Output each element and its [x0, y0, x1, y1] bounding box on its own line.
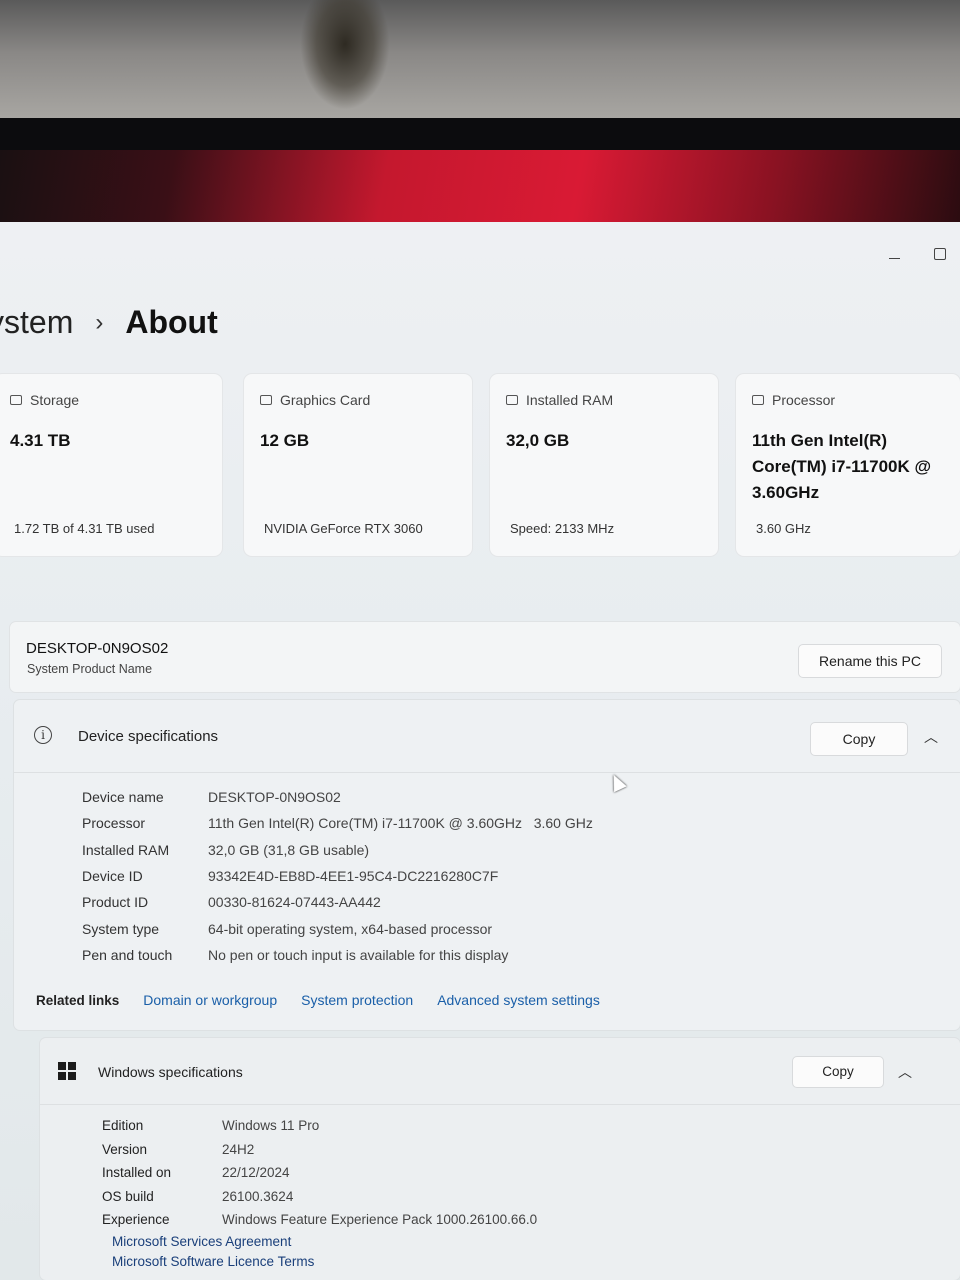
minimize-icon[interactable] [889, 258, 900, 259]
pc-name: DESKTOP-0N9OS02 [26, 640, 169, 657]
processor-card[interactable]: Processor 11th Gen Intel(R) Core(TM) i7-… [736, 374, 960, 556]
windows-specifications-title: Windows specifications [98, 1064, 243, 1080]
card-value: 12 GB [260, 431, 310, 450]
spec-value: 32,0 GB (31,8 GB usable) [208, 841, 370, 858]
spec-value: DESKTOP-0N9OS02 [208, 789, 341, 806]
chevron-up-icon[interactable]: ︿ [898, 1062, 912, 1082]
spec-row: Product ID 00330-81624-07443-AA442 [82, 889, 593, 915]
spec-value: 64-bit operating system, x64-based proce… [208, 920, 493, 937]
storage-card[interactable]: Storage 4.31 TB 1.72 TB of 4.31 TB used [0, 374, 222, 556]
spec-value: 93342E4D-EB8D-4EE1-95C4-DC2216280C7F [208, 868, 499, 885]
card-value: 4.31 TB [10, 431, 71, 450]
spec-value: 11th Gen Intel(R) Core(TM) i7-11700K @ 3… [208, 815, 593, 832]
link-services-agreement[interactable]: Microsoft Services Agreement [112, 1232, 314, 1252]
link-advanced-system-settings[interactable]: Advanced system settings [437, 992, 600, 1008]
spec-row: Device name DESKTOP-0N9OS02 [82, 784, 593, 810]
related-links: Related links Domain or workgroup System… [36, 992, 600, 1008]
device-specifications-panel: i Device specifications Copy ︿ Device na… [14, 700, 960, 1030]
card-sub: 3.60 GHz [756, 521, 811, 536]
card-sub: NVIDIA GeForce RTX 3060 [264, 521, 423, 536]
windows-spec-list: Edition Windows 11 Pro Version 24H2 Instal… [102, 1114, 537, 1232]
card-value: 32,0 GB [506, 431, 570, 450]
spec-key: Processor [82, 815, 146, 832]
graphics-card[interactable]: Graphics Card 12 GB NVIDIA GeForce RTX 3… [244, 374, 472, 556]
spec-row: Edition Windows 11 Pro [102, 1114, 537, 1138]
chevron-right-icon: › [95, 308, 104, 336]
copy-windows-specs-button[interactable]: Copy [792, 1056, 884, 1088]
card-label: Processor [772, 392, 836, 408]
spec-row: OS build 26100.3624 [102, 1185, 537, 1209]
copy-device-specs-button[interactable]: Copy [810, 722, 908, 756]
spec-key: Pen and touch [82, 946, 173, 963]
settings-window: ystem › About Storage 4.31 TB 1.72 TB of… [0, 222, 960, 1280]
background-room [0, 0, 960, 118]
processor-icon [752, 395, 764, 405]
spec-value: 22/12/2024 [222, 1165, 290, 1181]
chevron-up-icon[interactable]: ︿ [924, 727, 938, 747]
rename-pc-button[interactable]: Rename this PC [798, 644, 942, 678]
info-icon: i [34, 726, 52, 744]
device-specifications-title: Device specifications [78, 728, 219, 745]
spec-key: Device name [82, 789, 164, 806]
maximize-icon[interactable] [934, 248, 946, 260]
windows-specifications-panel: Windows specifications Copy ︿ Edition Win… [40, 1038, 960, 1280]
spec-key: Device ID [82, 868, 143, 885]
spec-row: Device ID 93342E4D-EB8D-4EE1-95C4-DC22162… [82, 863, 593, 889]
link-domain-or-workgroup[interactable]: Domain or workgroup [143, 992, 277, 1008]
spec-value: Windows 11 Pro [222, 1118, 320, 1134]
card-sub: Speed: 2133 MHz [510, 521, 615, 536]
spec-key: Edition [102, 1118, 144, 1134]
ram-icon [506, 395, 518, 405]
device-specifications-header[interactable]: i Device specifications Copy ︿ [14, 700, 960, 773]
spec-value: Windows Feature Experience Pack 1000.261… [222, 1212, 538, 1228]
spec-value: 00330-81624-07443-AA442 [208, 894, 381, 911]
spec-key: Installed on [102, 1165, 172, 1181]
windows-logo-icon [58, 1062, 76, 1080]
spec-row: System type 64-bit operating system, x64-… [82, 915, 593, 941]
card-label: Storage [30, 392, 80, 408]
page-title: About [125, 304, 218, 340]
windows-specifications-header[interactable]: Windows specifications Copy ︿ [40, 1038, 960, 1105]
storage-icon [10, 395, 22, 405]
spec-row: Version 24H2 [102, 1138, 537, 1162]
background-object [300, 0, 390, 110]
card-label: Graphics Card [280, 392, 371, 408]
windows-links: Microsoft Services Agreement Microsoft S… [112, 1232, 314, 1272]
spec-value: 26100.3624 [222, 1188, 294, 1204]
spec-key: System type [82, 920, 160, 937]
pc-name-box: DESKTOP-0N9OS02 System Product Name Rena… [10, 622, 960, 692]
link-licence-terms[interactable]: Microsoft Software Licence Terms [112, 1252, 314, 1272]
spec-key: Version [102, 1141, 148, 1157]
spec-row: Experience Windows Feature Experience Pac… [102, 1208, 537, 1232]
spec-key: Installed RAM [82, 841, 170, 858]
display-icon [260, 395, 272, 405]
spec-key: OS build [102, 1188, 154, 1204]
spec-row: Installed on 22/12/2024 [102, 1161, 537, 1185]
breadcrumb-parent[interactable]: ystem [0, 304, 73, 341]
related-links-label: Related links [36, 992, 120, 1008]
device-spec-list: Device name DESKTOP-0N9OS02 Processor 11th… [82, 784, 593, 968]
pc-name-label: System Product Name [27, 662, 153, 676]
card-sub: 1.72 TB of 4.31 TB used [14, 521, 155, 536]
spec-row: Pen and touch No pen or touch input is av… [82, 942, 593, 968]
spec-row: Installed RAM 32,0 GB (31,8 GB usable) [82, 837, 593, 863]
link-system-protection[interactable]: System protection [301, 992, 413, 1008]
spec-row: Processor 11th Gen Intel(R) Core(TM) i7-1… [82, 810, 593, 836]
window-controls [889, 248, 946, 260]
spec-key: Product ID [82, 894, 149, 911]
card-label: Installed RAM [526, 392, 614, 408]
spec-value: 24H2 [222, 1141, 255, 1157]
spec-value: No pen or touch input is available for t… [208, 946, 509, 963]
ram-card[interactable]: Installed RAM 32,0 GB Speed: 2133 MHz [490, 374, 718, 556]
breadcrumb: ystem › About [0, 304, 218, 341]
card-value: 11th Gen Intel(R) Core(TM) i7-11700K @ 3… [752, 431, 932, 502]
spec-key: Experience [102, 1212, 170, 1228]
